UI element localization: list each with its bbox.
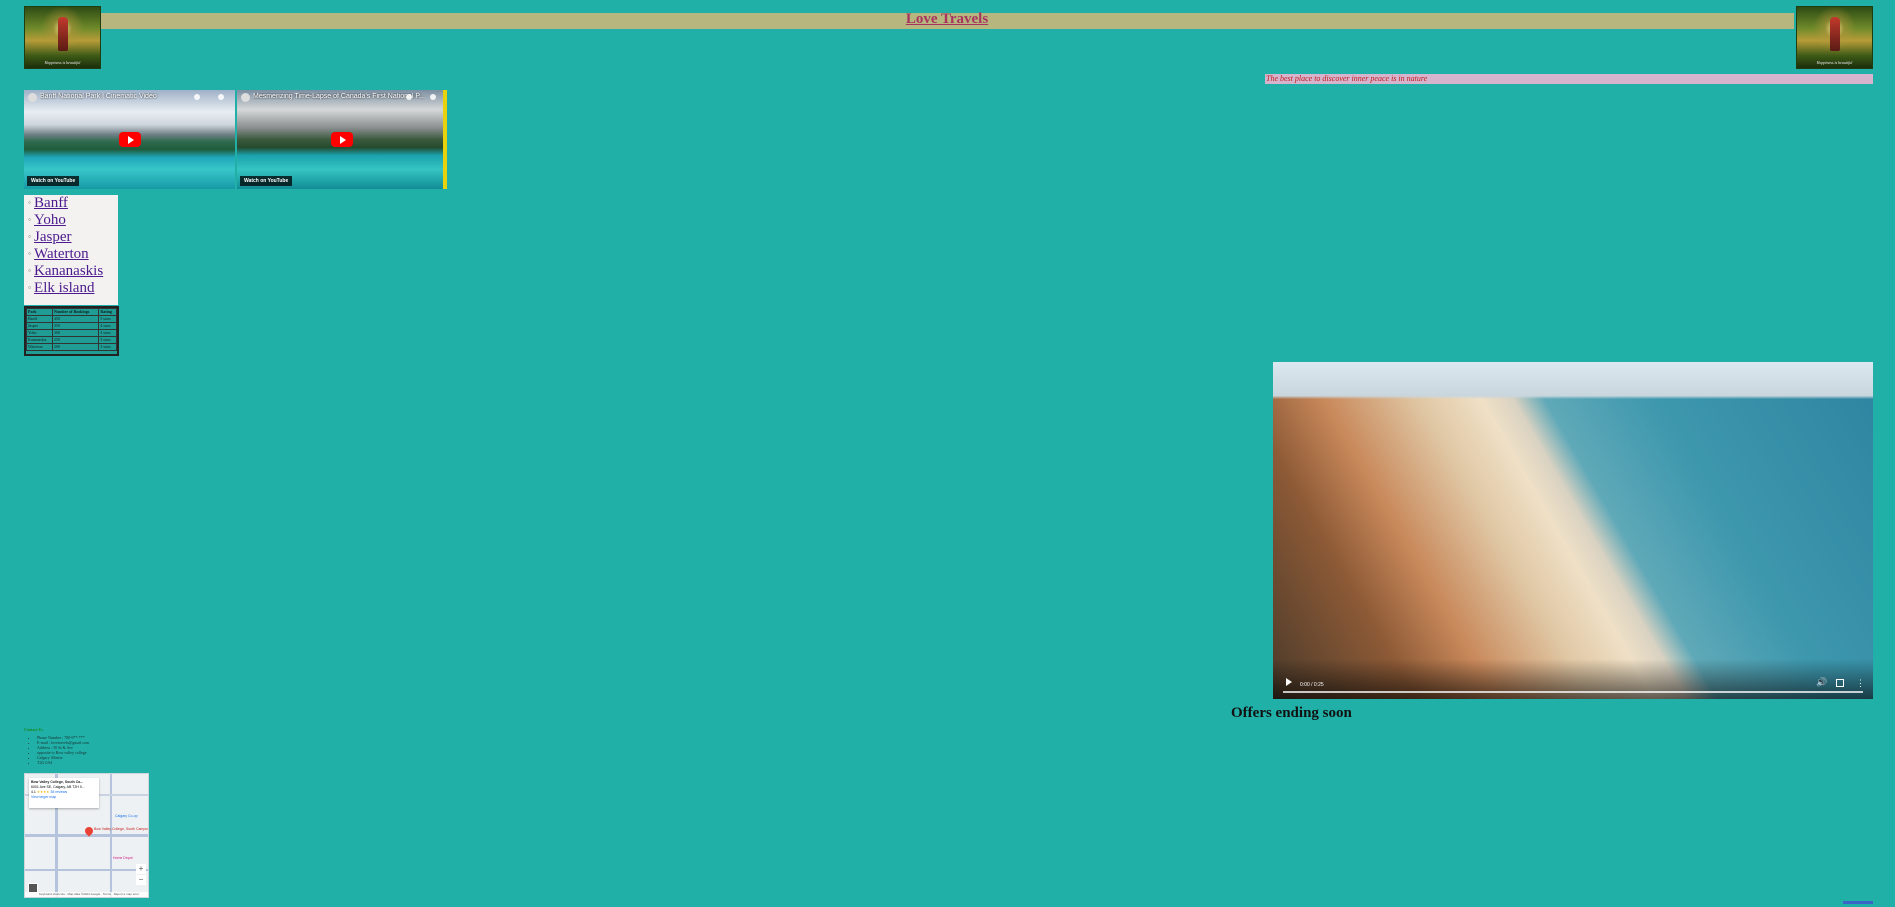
watch-on-youtube-button[interactable]: Watch on YouTube [240,176,293,186]
bullet-icon: ○ [28,252,32,258]
table-cell: Waterton [26,343,53,351]
table-header-row: Park Number of Bookings Rating [26,308,117,316]
contact-heading: Contact Us [24,727,43,732]
contact-list: Phone Number : 780-9**-*** E-mail : love… [24,735,89,765]
youtube-video-title[interactable]: Banff National Park | Cinematic Video [40,93,213,100]
park-link-jasper[interactable]: Jasper [34,229,72,245]
map-info-card: Bow Valley College, South Ca... 6001 Ave… [29,778,99,808]
bullet-icon: ○ [28,235,32,241]
table-cell: 4 stars [98,322,117,330]
table-cell: Jasper [26,322,53,330]
table-row: Yoho 300 4 stars [26,329,117,337]
park-link-waterton[interactable]: Waterton [34,246,89,262]
map-zoom-in-button[interactable]: + [136,864,146,874]
youtube-embed-banff[interactable]: Banff National Park | Cinematic Video Wa… [24,90,235,189]
park-link-kananaskis[interactable]: Kananaskis [34,263,103,279]
youtube-play-icon[interactable] [331,131,353,147]
bullet-icon: ○ [28,201,32,207]
table-row: Kananaskis 250 3 stars [26,336,117,344]
youtube-play-icon[interactable] [118,131,141,147]
list-item: ○ Waterton [28,246,103,263]
footer-link[interactable] [1843,901,1873,904]
site-title-link[interactable]: Love Travels [100,11,1794,28]
view-larger-map-link[interactable]: View larger map [31,795,97,800]
youtube-embed-timelapse[interactable]: Mesmerizing Time-Lapse of Canada's First… [237,90,447,189]
video-controls-overlay [1273,659,1873,699]
channel-avatar-icon [241,93,250,102]
list-item: ○ Banff [28,195,103,212]
table-cell: Banff [26,315,53,323]
table-header: Number of Bookings [51,308,100,316]
map-road [25,869,148,871]
more-options-icon[interactable]: ⋮ [1856,679,1865,688]
watch-later-icon[interactable] [194,94,200,100]
table-cell: Kananaskis [26,336,53,344]
list-item: ○ Elk island [28,280,103,297]
youtube-video-title[interactable]: Mesmerizing Time-Lapse of Canada's First… [253,93,425,100]
map-label: Home Depot [113,856,133,860]
logo-right: Happiness is beautiful [1796,6,1873,69]
table-cell: 250 [51,336,100,344]
parks-list: ○ Banff ○ Yoho ○ Jasper ○ Waterton ○ Kananask… [28,195,103,297]
logo-left: Happiness is beautiful [24,6,101,69]
table-header: Rating [98,308,117,316]
table-cell: 3 stars [98,343,117,351]
park-link-yoho[interactable]: Yoho [34,212,66,228]
table-cell: 3 stars [98,336,117,344]
list-item: ○ Jasper [28,229,103,246]
table-cell: 450 [51,315,100,323]
map-reviews-link[interactable]: 38 reviews [50,790,67,794]
map-footer: Keyboard shortcuts · Map data ©2024 Goog… [25,892,148,897]
table-cell: 5 stars [98,315,117,323]
tagline: The best place to discover inner peace i… [1265,74,1873,84]
ranking-table-container: Park Number of Bookings Rating Banff 450… [24,306,119,356]
map-label: Calgary Co-op [115,814,138,818]
map-zoom-out-button[interactable]: − [136,875,146,885]
table-cell: 300 [51,329,100,337]
share-icon[interactable] [430,94,436,100]
table-cell: 200 [51,343,100,351]
bullet-icon: ○ [28,218,32,224]
contact-postal-code: T2G 0A4 [37,760,89,765]
logo-caption: Happiness is beautiful [44,60,81,65]
map-rating: 4.1 [31,790,36,794]
ranking-table: Park Number of Bookings Rating Banff 450… [26,308,117,351]
logo-figure-icon [58,17,68,51]
table-cell: 350 [51,322,100,330]
table-row: Banff 450 5 stars [26,315,117,323]
bullet-icon: ○ [28,286,32,292]
video-progress-bar[interactable] [1283,691,1863,693]
table-row: Jasper 350 4 stars [26,322,117,330]
google-map-embed[interactable]: Bow Valley College, South Ca... 6001 Ave… [24,773,149,898]
channel-avatar-icon [28,93,37,102]
offers-heading: Offers ending soon [1231,705,1352,721]
watch-on-youtube-button[interactable]: Watch on YouTube [27,176,80,186]
table-cell: Yoho [26,329,53,337]
beach-video-player[interactable]: 0:00 / 0:25 🔊 ⋮ [1273,362,1873,699]
play-icon[interactable] [1286,678,1292,686]
map-road [110,774,112,897]
logo-figure-icon [1830,17,1840,51]
star-icon: ★★★★ [36,790,50,794]
logo-caption: Happiness is beautiful [1816,60,1853,65]
parks-nav: ○ Banff ○ Yoho ○ Jasper ○ Waterton ○ Kananask… [24,195,118,305]
share-icon[interactable] [218,94,224,100]
list-item: ○ Kananaskis [28,263,103,280]
embed-border [443,90,447,189]
bullet-icon: ○ [28,269,32,275]
fullscreen-icon[interactable] [1836,679,1844,687]
map-place-label: Bow Valley College, South Campus [94,827,149,831]
video-time: 0:00 / 0:25 [1300,682,1324,688]
park-link-elk-island[interactable]: Elk island [34,280,94,296]
volume-icon[interactable]: 🔊 [1816,678,1827,687]
table-row: Waterton 200 3 stars [26,343,117,351]
watch-later-icon[interactable] [406,94,412,100]
park-link-banff[interactable]: Banff [34,195,68,211]
table-header: Park [26,308,53,316]
table-cell: 4 stars [98,329,117,337]
list-item: ○ Yoho [28,212,103,229]
